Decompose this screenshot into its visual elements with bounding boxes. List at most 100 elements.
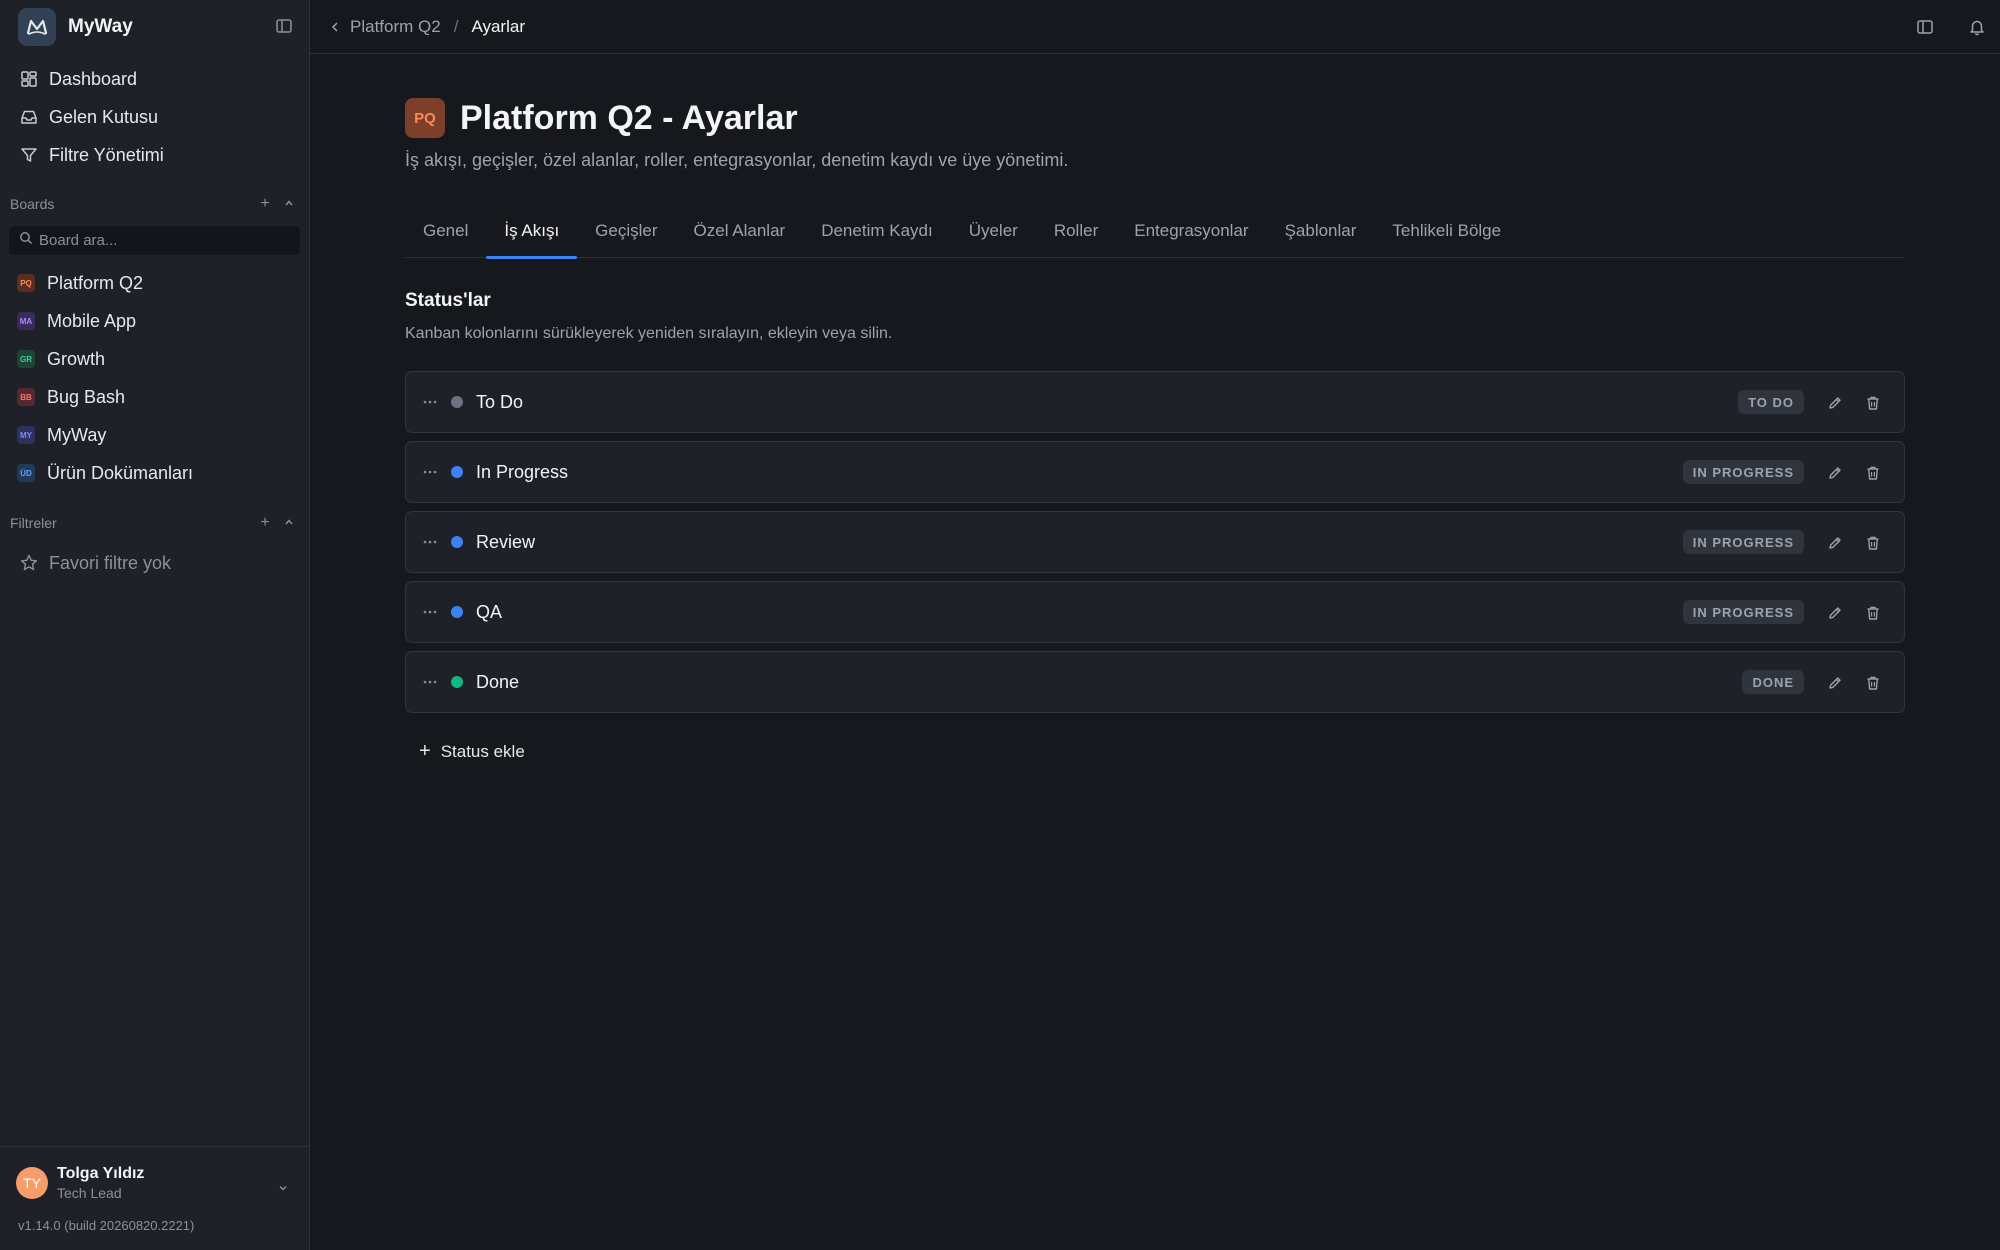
app-version: v1.14.0 (build 20260820.2221) <box>18 1218 195 1233</box>
status-category-badge: IN PROGRESS <box>1682 460 1804 484</box>
drag-handle-icon[interactable] <box>423 540 437 544</box>
topbar: Platform Q2 / Ayarlar <box>310 0 2000 54</box>
delete-trash-icon[interactable] <box>1864 394 1882 412</box>
collapse-boards-icon[interactable] <box>282 195 296 213</box>
status-name: Review <box>476 531 536 552</box>
tab[interactable]: Roller <box>1036 204 1116 258</box>
brand-name: MyWay <box>68 16 133 37</box>
tab[interactable]: Özel Alanlar <box>676 204 804 258</box>
star-icon <box>19 553 39 573</box>
nav-item-filter-management[interactable]: Filtre Yönetimi <box>10 136 300 174</box>
brand-logo-icon <box>18 8 56 46</box>
sidebar-board-item[interactable]: BB Bug Bash <box>10 378 300 416</box>
board-badge: MY <box>17 426 35 444</box>
tab[interactable]: Şablonlar <box>1267 204 1375 258</box>
nav-label: Filtre Yönetimi <box>49 144 164 165</box>
status-category-badge: IN PROGRESS <box>1682 600 1804 624</box>
bell-icon[interactable] <box>1968 18 1986 41</box>
status-color-dot <box>451 676 463 688</box>
panel-toggle-icon[interactable] <box>1916 18 1934 41</box>
board-badge: BB <box>17 388 35 406</box>
tab[interactable]: Denetim Kaydı <box>803 204 951 258</box>
sidebar-board-item[interactable]: ÜD Ürün Dokümanları <box>10 454 300 492</box>
edit-pencil-icon[interactable] <box>1826 534 1844 552</box>
drag-handle-icon[interactable] <box>423 610 437 614</box>
filters-heading-label: Filtreler <box>10 515 57 531</box>
status-row: In Progress IN PROGRESS <box>405 441 1905 503</box>
board-label: Ürün Dokümanları <box>47 462 194 483</box>
sidebar-footer: TY Tolga Yıldız Tech Lead v1.14.0 (build… <box>0 1146 309 1250</box>
add-board-icon[interactable]: + <box>258 195 272 213</box>
status-row: QA IN PROGRESS <box>405 581 1905 643</box>
page-subtitle: İş akışı, geçişler, özel alanlar, roller… <box>405 150 1069 170</box>
edit-pencil-icon[interactable] <box>1826 464 1844 482</box>
delete-trash-icon[interactable] <box>1864 534 1882 552</box>
chevron-left-icon[interactable] <box>330 21 340 33</box>
tab[interactable]: Üyeler <box>951 204 1036 258</box>
status-list: To Do TO DO In Progress IN PROGRESS Review IN… <box>405 371 1905 721</box>
board-label: Mobile App <box>47 310 137 331</box>
sidebar-board-item[interactable]: PQ Platform Q2 <box>10 264 300 302</box>
drag-handle-icon[interactable] <box>423 400 437 404</box>
favorite-filters-empty-label: Favori filtre yok <box>49 552 172 573</box>
collapse-filters-icon[interactable] <box>282 514 296 532</box>
user-role: Tech Lead <box>57 1185 122 1201</box>
status-category-badge: DONE <box>1742 670 1804 694</box>
board-label: MyWay <box>47 424 107 445</box>
dashboard-icon <box>19 69 39 89</box>
breadcrumb-parent-link[interactable]: Platform Q2 <box>350 17 441 37</box>
status-row: To Do TO DO <box>405 371 1905 433</box>
sidebar-collapse-icon[interactable] <box>275 17 293 35</box>
nav-label: Dashboard <box>49 68 138 89</box>
breadcrumb-current: Ayarlar <box>471 17 525 36</box>
user-menu[interactable]: TY Tolga Yıldız Tech Lead <box>16 1165 144 1201</box>
board-label: Bug Bash <box>47 386 126 407</box>
edit-pencil-icon[interactable] <box>1826 674 1844 692</box>
main-area: Platform Q2 / Ayarlar PQ Platform Q2 - A… <box>310 0 2000 1250</box>
tab[interactable]: Tehlikeli Bölge <box>1374 204 1519 258</box>
board-list: PQ Platform Q2 MA Mobile App GR Growth BB Bug B… <box>10 264 300 492</box>
drag-handle-icon[interactable] <box>423 470 437 474</box>
board-search-input[interactable] <box>39 232 289 249</box>
sidebar-board-item[interactable]: MA Mobile App <box>10 302 300 340</box>
tab[interactable]: Genel <box>405 204 486 258</box>
status-category-badge: TO DO <box>1738 390 1804 414</box>
delete-trash-icon[interactable] <box>1864 674 1882 692</box>
status-color-dot <box>451 466 463 478</box>
edit-pencil-icon[interactable] <box>1826 604 1844 622</box>
chevron-down-icon[interactable] <box>277 1181 289 1199</box>
filter-icon <box>19 145 39 165</box>
user-name: Tolga Yıldız <box>57 1165 145 1182</box>
add-status-label: Status ekle <box>440 741 525 761</box>
status-name: To Do <box>476 391 524 412</box>
main-nav: Dashboard Gelen Kutusu Filtre Yönetimi <box>10 60 300 174</box>
nav-item-inbox[interactable]: Gelen Kutusu <box>10 98 300 136</box>
delete-trash-icon[interactable] <box>1864 604 1882 622</box>
brand[interactable]: MyWay <box>18 8 133 46</box>
drag-handle-icon[interactable] <box>423 680 437 684</box>
nav-item-dashboard[interactable]: Dashboard <box>10 60 300 98</box>
plus-icon: + <box>419 740 431 762</box>
tab[interactable]: Geçişler <box>577 204 675 258</box>
add-status-button[interactable]: + Status ekle <box>419 740 525 763</box>
delete-trash-icon[interactable] <box>1864 464 1882 482</box>
section-description: Kanban kolonlarını sürükleyerek yeniden … <box>405 325 893 342</box>
status-color-dot <box>451 536 463 548</box>
status-color-dot <box>451 396 463 408</box>
sidebar-board-item[interactable]: MY MyWay <box>10 416 300 454</box>
breadcrumb: Platform Q2 / Ayarlar <box>330 0 525 54</box>
board-search[interactable] <box>9 226 300 255</box>
board-badge: ÜD <box>17 464 35 482</box>
add-filter-icon[interactable]: + <box>258 514 272 532</box>
edit-pencil-icon[interactable] <box>1826 394 1844 412</box>
status-name: Done <box>476 671 520 692</box>
tab[interactable]: İş Akışı <box>486 204 577 259</box>
tab[interactable]: Entegrasyonlar <box>1116 204 1266 258</box>
settings-tabs: Genel İş Akışı Geçişler Özel Alanlar Denetim… <box>405 204 1905 259</box>
page-title: Platform Q2 - Ayarlar <box>460 98 798 137</box>
boards-heading: Boards + <box>10 193 300 215</box>
status-name: QA <box>476 601 503 622</box>
section-title: Status'lar <box>405 290 491 311</box>
sidebar-board-item[interactable]: GR Growth <box>10 340 300 378</box>
favorite-filters-empty: Favori filtre yok <box>10 544 171 582</box>
